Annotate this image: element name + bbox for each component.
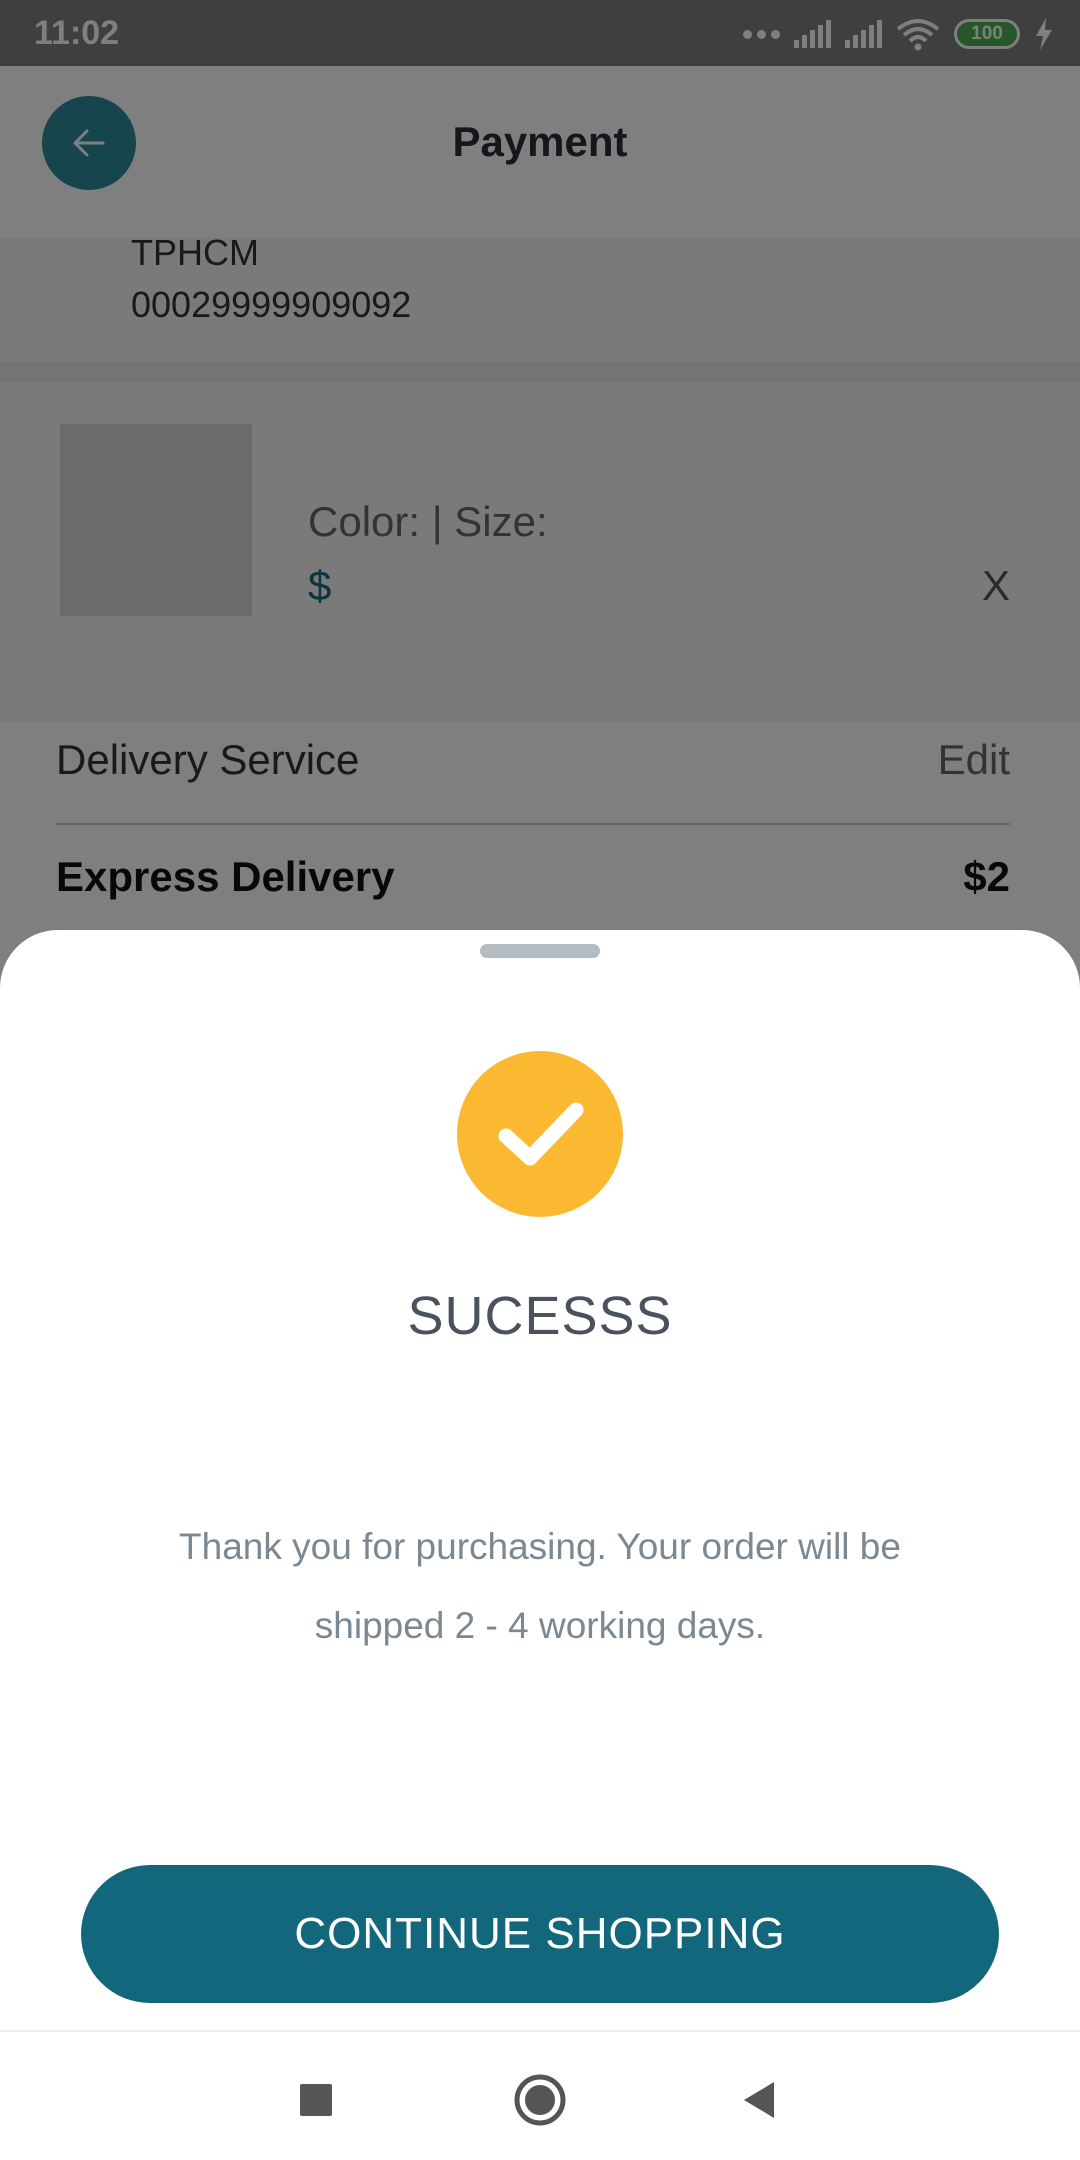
checkmark-icon <box>498 1102 584 1166</box>
navigation-bar <box>0 2032 1080 2160</box>
home-circle-icon <box>514 2074 566 2126</box>
success-bottom-sheet: SUCESSS Thank you for purchasing. Your o… <box>0 930 1080 2160</box>
home-button[interactable] <box>500 2060 580 2140</box>
sheet-drag-handle[interactable] <box>480 944 600 958</box>
recents-button[interactable] <box>276 2060 356 2140</box>
check-circle-icon <box>457 1051 623 1217</box>
success-title: SUCESSS <box>407 1286 673 1346</box>
success-message: Thank you for purchasing. Your order wil… <box>179 1526 901 1646</box>
continue-shopping-button[interactable]: CONTINUE SHOPPING <box>81 1865 999 2003</box>
back-triangle-icon <box>744 2082 774 2118</box>
recents-square-icon <box>300 2084 332 2116</box>
back-nav-button[interactable] <box>720 2060 800 2140</box>
